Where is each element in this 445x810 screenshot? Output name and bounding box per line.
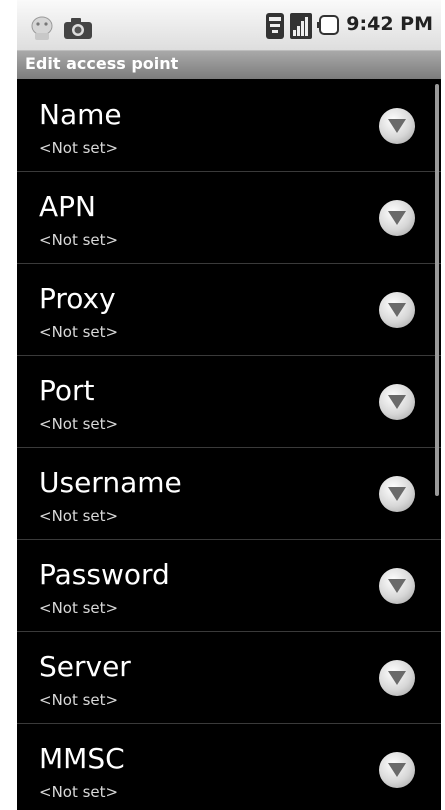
item-title: Password <box>39 558 170 591</box>
list-item[interactable]: Server <Not set> <box>17 632 441 724</box>
item-summary: <Not set> <box>39 415 119 433</box>
item-summary: <Not set> <box>39 691 119 709</box>
list-item[interactable]: Password <Not set> <box>17 540 441 632</box>
list-item[interactable]: Port <Not set> <box>17 356 441 448</box>
title-bar: Edit access point <box>17 51 441 79</box>
item-summary: <Not set> <box>39 783 119 801</box>
page-title: Edit access point <box>25 54 179 73</box>
chevron-down-icon[interactable] <box>379 108 415 144</box>
chevron-down-icon[interactable] <box>379 660 415 696</box>
chevron-down-icon[interactable] <box>379 384 415 420</box>
item-title: Server <box>39 650 131 683</box>
item-title: Username <box>39 466 182 499</box>
status-time: 9:42 PM <box>346 13 433 35</box>
chevron-down-icon[interactable] <box>379 568 415 604</box>
item-summary: <Not set> <box>39 323 119 341</box>
item-summary: <Not set> <box>39 507 119 525</box>
phone-screen: 9:42 PM Edit access point Name <Not set> A… <box>17 0 441 810</box>
chevron-down-icon[interactable] <box>379 752 415 788</box>
wifi-icon <box>265 12 285 44</box>
status-bar: 9:42 PM <box>17 0 441 51</box>
settings-list: Name <Not set> APN <Not set> Proxy <Not set> P… <box>17 80 441 810</box>
list-item[interactable]: Proxy <Not set> <box>17 264 441 356</box>
battery-icon <box>317 14 339 40</box>
item-title: Name <box>39 98 122 131</box>
item-title: MMSC <box>39 742 125 775</box>
item-title: Port <box>39 374 95 407</box>
item-title: Proxy <box>39 282 116 315</box>
android-icon <box>27 12 57 46</box>
signal-icon <box>289 12 313 44</box>
scrollbar[interactable] <box>435 84 439 496</box>
list-item[interactable]: Username <Not set> <box>17 448 441 540</box>
item-summary: <Not set> <box>39 231 119 249</box>
list-item[interactable]: Name <Not set> <box>17 80 441 172</box>
chevron-down-icon[interactable] <box>379 200 415 236</box>
chevron-down-icon[interactable] <box>379 292 415 328</box>
item-summary: <Not set> <box>39 139 119 157</box>
chevron-down-icon[interactable] <box>379 476 415 512</box>
list-item[interactable]: MMSC <Not set> <box>17 724 441 810</box>
item-summary: <Not set> <box>39 599 119 617</box>
list-item[interactable]: APN <Not set> <box>17 172 441 264</box>
camera-icon <box>63 16 93 44</box>
item-title: APN <box>39 190 96 223</box>
